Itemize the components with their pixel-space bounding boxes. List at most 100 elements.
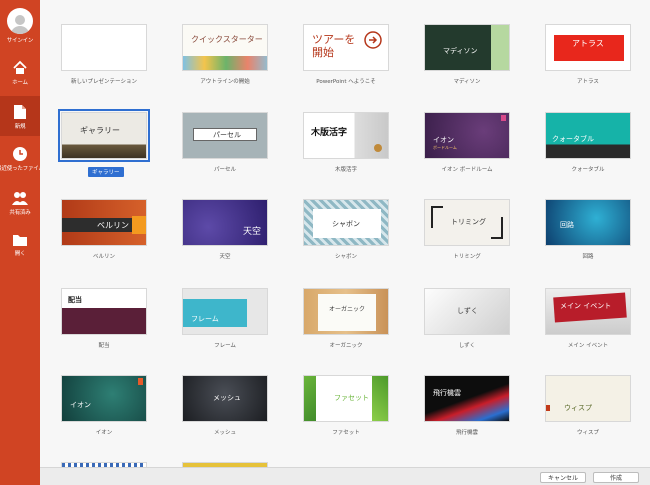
accent-band	[491, 25, 509, 70]
template-thumbnail[interactable]: 配当	[61, 288, 147, 335]
template-thumbnail[interactable]: ツアーを 開始	[303, 24, 389, 71]
sidebar-item-label: 共有済み	[9, 210, 31, 216]
template-trim[interactable]: トリミング トリミング	[424, 199, 510, 260]
template-thumbnail[interactable]: 回路	[545, 199, 631, 246]
template-thumbnail[interactable]: イオン ボードルーム	[424, 112, 510, 159]
template-thumbnail[interactable]: ギャラリー	[58, 109, 150, 162]
template-name: 配当	[98, 343, 110, 349]
thumbnail-title: フレーム	[191, 315, 219, 323]
thumbnail-title: しずく	[457, 307, 478, 315]
template-thumbnail[interactable]: メッシュ	[182, 375, 268, 422]
template-name: イオン	[95, 430, 113, 436]
template-dividend[interactable]: 配当 配当	[61, 288, 147, 349]
template-name: クォータブル	[571, 167, 605, 173]
template-thumbnail[interactable]: しずく	[424, 288, 510, 335]
thumbnail-title: クォータブル	[552, 135, 594, 143]
sidebar-item-label: ホーム	[12, 80, 28, 86]
template-gallery: 新しいプレゼンテーション クイックスターター アウトラインの開始 ツアーを 開始…	[40, 0, 650, 467]
thumbnail-title: 配当	[68, 296, 82, 304]
thumbnail-title: パーセル	[213, 131, 241, 139]
template-vapor[interactable]: 飛行機雲 飛行機雲	[424, 375, 510, 436]
template-thumbnail[interactable]: イオン	[61, 375, 147, 422]
template-name: ウィスプ	[576, 430, 599, 436]
sidebar-item-recent[interactable]: 最近使ったファイル	[0, 146, 44, 172]
template-thumbnail[interactable]: 天空	[182, 199, 268, 246]
template-madison[interactable]: マディソン マディソン	[424, 24, 510, 85]
template-name: しずく	[458, 343, 476, 349]
template-ion[interactable]: イオン イオン	[61, 375, 147, 436]
template-savon[interactable]: シャボン シャボン	[303, 199, 389, 260]
template-thumbnail[interactable]: ウィスプ	[545, 375, 631, 422]
template-woodtype[interactable]: 木版活字 木版活字	[303, 112, 389, 173]
template-tour[interactable]: ツアーを 開始 PowerPoint へようこそ	[303, 24, 389, 85]
template-thumbnail[interactable]: トリミング	[424, 199, 510, 246]
thumbnail-title: トリミング	[451, 218, 486, 226]
template-frame[interactable]: フレーム フレーム	[182, 288, 268, 349]
cancel-button[interactable]: キャンセル	[540, 472, 586, 483]
thumbnail-title: ウィスプ	[564, 404, 592, 412]
template-thumbnail[interactable]: クォータブル	[545, 112, 631, 159]
sign-in-label: サインイン	[6, 38, 34, 44]
template-thumbnail[interactable]: パーセル	[182, 112, 268, 159]
template-mesh[interactable]: メッシュ メッシュ	[182, 375, 268, 436]
template-thumbnail[interactable]: クイックスターター	[182, 24, 268, 71]
template-celestial[interactable]: 天空 天空	[182, 199, 268, 260]
thumbnail-subtitle: ボードルーム	[433, 145, 457, 150]
template-name: フレーム	[214, 343, 236, 349]
template-droplet[interactable]: しずく しずく	[424, 288, 510, 349]
template-blank[interactable]: 新しいプレゼンテーション	[61, 24, 147, 85]
template-wisp[interactable]: ウィスプ ウィスプ	[545, 375, 631, 436]
sign-in-button[interactable]: サインイン	[0, 8, 40, 44]
template-name: 天空	[219, 254, 231, 260]
template-thumbnail[interactable]	[61, 24, 147, 71]
thumbnail-title: メイン イベント	[560, 302, 612, 310]
thumbnail-title: 飛行機雲	[433, 389, 461, 397]
template-parcel[interactable]: パーセル パーセル	[182, 112, 268, 173]
template-mainevent[interactable]: メイン イベント メイン イベント	[545, 288, 631, 349]
sidebar: サインイン ホーム 新規 最近使ったファイル 共有済み 開く	[0, 0, 44, 485]
template-quickstarter[interactable]: クイックスターター アウトラインの開始	[182, 24, 268, 85]
template-thumbnail[interactable]: ベルリン	[61, 199, 147, 246]
template-name: メイン イベント	[567, 343, 609, 349]
template-gallery-theme[interactable]: ギャラリー ギャラリー	[58, 109, 150, 178]
sidebar-item-shared[interactable]: 共有済み	[0, 190, 40, 216]
template-name: シャボン	[334, 254, 357, 260]
template-thumbnail[interactable]: ファセット	[303, 375, 389, 422]
template-thumbnail[interactable]: シャボン	[303, 199, 389, 246]
template-thumbnail[interactable]: メイン イベント	[545, 288, 631, 335]
template-name: マディソン	[453, 79, 481, 85]
template-thumbnail[interactable]: アトラス	[545, 24, 631, 71]
template-berlin[interactable]: ベルリン ベルリン	[61, 199, 147, 260]
template-circuit[interactable]: 回路 回路	[545, 199, 631, 260]
template-name: アトラス	[577, 79, 599, 85]
template-organic[interactable]: オーガニック オーガニック	[303, 288, 389, 349]
template-facet[interactable]: ファセット ファセット	[303, 375, 389, 436]
template-thumbnail[interactable]: フレーム	[182, 288, 268, 335]
template-thumbnail[interactable]: 飛行機雲	[424, 375, 510, 422]
template-name: オーガニック	[329, 343, 363, 349]
landmark-illustration	[183, 56, 267, 70]
template-thumbnail[interactable]: オーガニック	[303, 288, 389, 335]
arrow-right-circle-icon	[364, 31, 382, 49]
template-thumbnail[interactable]: マディソン	[424, 24, 510, 71]
template-ionboard[interactable]: イオン ボードルーム イオン ボードルーム	[424, 112, 510, 173]
sidebar-item-new[interactable]: 新規	[0, 96, 40, 136]
accent-facet	[372, 376, 388, 421]
user-icon	[11, 15, 29, 34]
template-atlas[interactable]: アトラス アトラス	[545, 24, 631, 85]
accent-dot	[374, 144, 382, 152]
accent-facet	[304, 376, 316, 421]
sidebar-item-open[interactable]: 開く	[0, 233, 40, 257]
template-name: 回路	[582, 254, 594, 260]
thumbnail-title: イオン	[70, 401, 91, 409]
dialog-footer: キャンセル 作成	[40, 467, 650, 485]
template-quotable[interactable]: クォータブル クォータブル	[545, 112, 631, 173]
thumbnail-title: クイックスターター	[191, 35, 263, 44]
create-button[interactable]: 作成	[593, 472, 639, 483]
thumbnail-title: 天空	[243, 227, 262, 237]
template-name: パーセル	[213, 167, 236, 173]
template-thumbnail[interactable]: 木版活字	[303, 112, 389, 159]
thumbnail-title: 回路	[560, 221, 574, 229]
corner-mark	[431, 206, 443, 228]
sidebar-item-home[interactable]: ホーム	[0, 60, 40, 86]
